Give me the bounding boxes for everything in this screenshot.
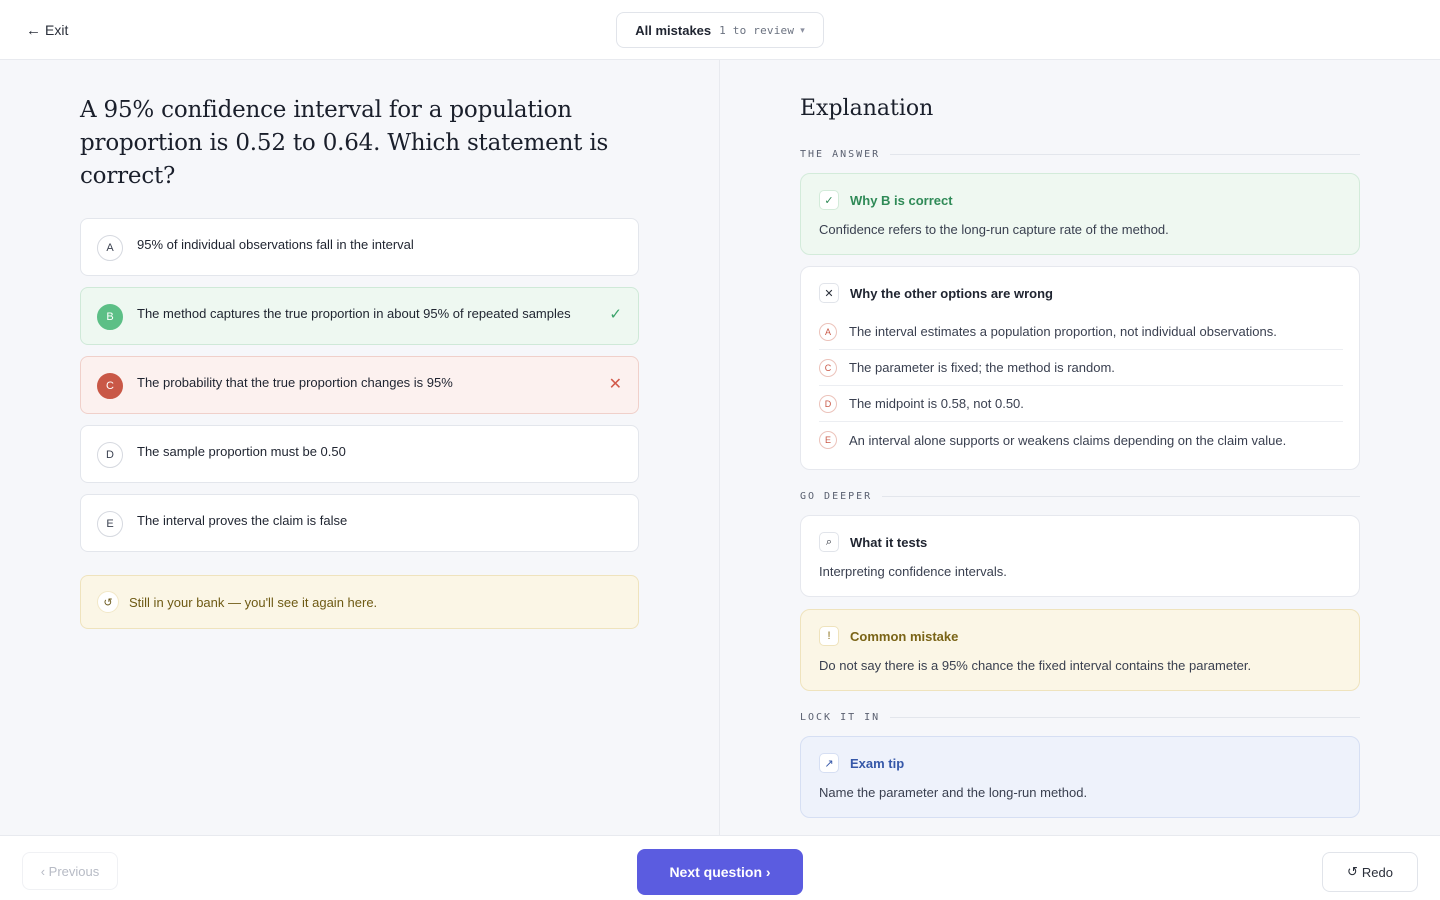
redo-icon: ↺ [1347,864,1358,879]
close-icon: ✕ [819,283,839,303]
reason-text: An interval alone supports or weakens cl… [849,432,1287,448]
option-letter: E [97,511,123,537]
card-title: Common mistake [850,628,959,644]
arrow-up-right-icon: ↗ [819,753,839,773]
option-letter: A [97,235,123,261]
option-e[interactable]: E The interval proves the claim is false [80,494,639,552]
option-text: The interval proves the claim is false [137,512,348,528]
card-title: Why B is correct [850,192,953,208]
section-rule [890,716,1360,718]
why-correct-card: ✓ Why B is correct Confidence refers to … [800,173,1360,255]
bank-status-text: Still in your bank — you'll see it again… [129,594,378,610]
what-it-tests-card: ⌕ What it tests Interpreting confidence … [800,515,1360,597]
section-rule [890,153,1360,155]
mistakes-filter-dropdown[interactable]: All mistakes 1 to review ▾ [616,12,824,48]
card-title: What it tests [850,534,928,550]
check-icon: ✓ [819,190,839,210]
section-label-text: THE ANSWER [800,148,881,160]
card-body: Confidence refers to the long-run captur… [819,222,1169,237]
wrong-reasons-list: A The interval estimates a population pr… [819,314,1343,458]
option-text: The sample proportion must be 0.50 [137,443,346,459]
search-icon: ⌕ [819,532,839,552]
bank-status-note: ↺ Still in your bank — you'll see it aga… [80,575,639,629]
common-mistake-card: ! Common mistake Do not say there is a 9… [800,609,1360,691]
option-letter: D [819,394,837,413]
section-label-answer: THE ANSWER [800,147,1360,161]
section-label-text: GO DEEPER [800,490,873,502]
reason-text: The midpoint is 0.58, not 0.50. [849,396,1024,411]
section-rule [882,495,1360,497]
explanation-title: Explanation [800,96,934,121]
card-header: ✕ Why the other options are wrong [819,283,1053,303]
option-letter: A [819,322,837,341]
card-header: ! Common mistake [819,626,958,646]
reason-text: The parameter is fixed; the method is ra… [849,360,1115,375]
exit-label: Exit [45,22,69,38]
question-text: A 95% confidence interval for a populati… [80,97,609,189]
why-wrong-card: ✕ Why the other options are wrong A The … [800,266,1360,470]
option-text: 95% of individual observations fall in t… [137,236,414,252]
redo-button[interactable]: ↺ Redo [1322,852,1418,892]
card-body: Do not say there is a 95% chance the fix… [819,658,1252,673]
card-header: ↗ Exam tip [819,753,904,773]
option-letter: C [819,358,837,377]
top-bar: ← Exit All mistakes 1 to review ▾ [0,0,1440,60]
next-question-button[interactable]: Next question › [637,849,803,895]
card-header: ✓ Why B is correct [819,190,953,210]
card-title: Why the other options are wrong [850,285,1053,301]
list-item: E An interval alone supports or weakens … [819,422,1343,458]
section-label-lock: LOCK IT IN [800,710,1360,724]
section-label-text: LOCK IT IN [800,711,881,723]
option-letter: D [97,442,123,468]
check-icon: ✓ [609,306,622,323]
list-item: C The parameter is fixed; the method is … [819,350,1343,386]
panel-divider [719,60,720,836]
exit-button[interactable]: ← Exit [26,20,68,40]
list-item: D The midpoint is 0.58, not 0.50. [819,386,1343,422]
card-body: Interpreting confidence intervals. [819,564,1007,579]
arrow-left-icon: ← [26,21,41,39]
list-item: A The interval estimates a population pr… [819,314,1343,350]
card-title: Exam tip [850,755,905,771]
filter-count: 1 to review [719,23,795,37]
redo-label: Redo [1361,864,1393,880]
card-body: Name the parameter and the long-run meth… [819,785,1088,800]
option-letter: C [97,373,123,399]
filter-title: All mistakes [635,22,712,38]
chevron-down-icon: ▾ [800,24,805,35]
option-text: The method captures the true proportion … [137,305,571,321]
section-label-deeper: GO DEEPER [800,489,1360,503]
bottom-bar: ‹ Previous Next question › ↺ Redo [0,835,1440,900]
option-a[interactable]: A 95% of individual observations fall in… [80,218,639,276]
option-letter: B [97,304,123,330]
option-b[interactable]: B The method captures the true proportio… [80,287,639,345]
card-header: ⌕ What it tests [819,532,927,552]
option-c[interactable]: C The probability that the true proporti… [80,356,639,414]
option-text: The probability that the true proportion… [137,374,453,390]
option-letter: E [819,431,837,449]
refresh-icon: ↺ [97,591,119,613]
option-d[interactable]: D The sample proportion must be 0.50 [80,425,639,483]
reason-text: The interval estimates a population prop… [849,324,1277,339]
cross-icon: ✕ [608,376,622,393]
previous-button[interactable]: ‹ Previous [22,852,118,890]
exam-tip-card: ↗ Exam tip Name the parameter and the lo… [800,736,1360,818]
warning-icon: ! [819,626,839,646]
